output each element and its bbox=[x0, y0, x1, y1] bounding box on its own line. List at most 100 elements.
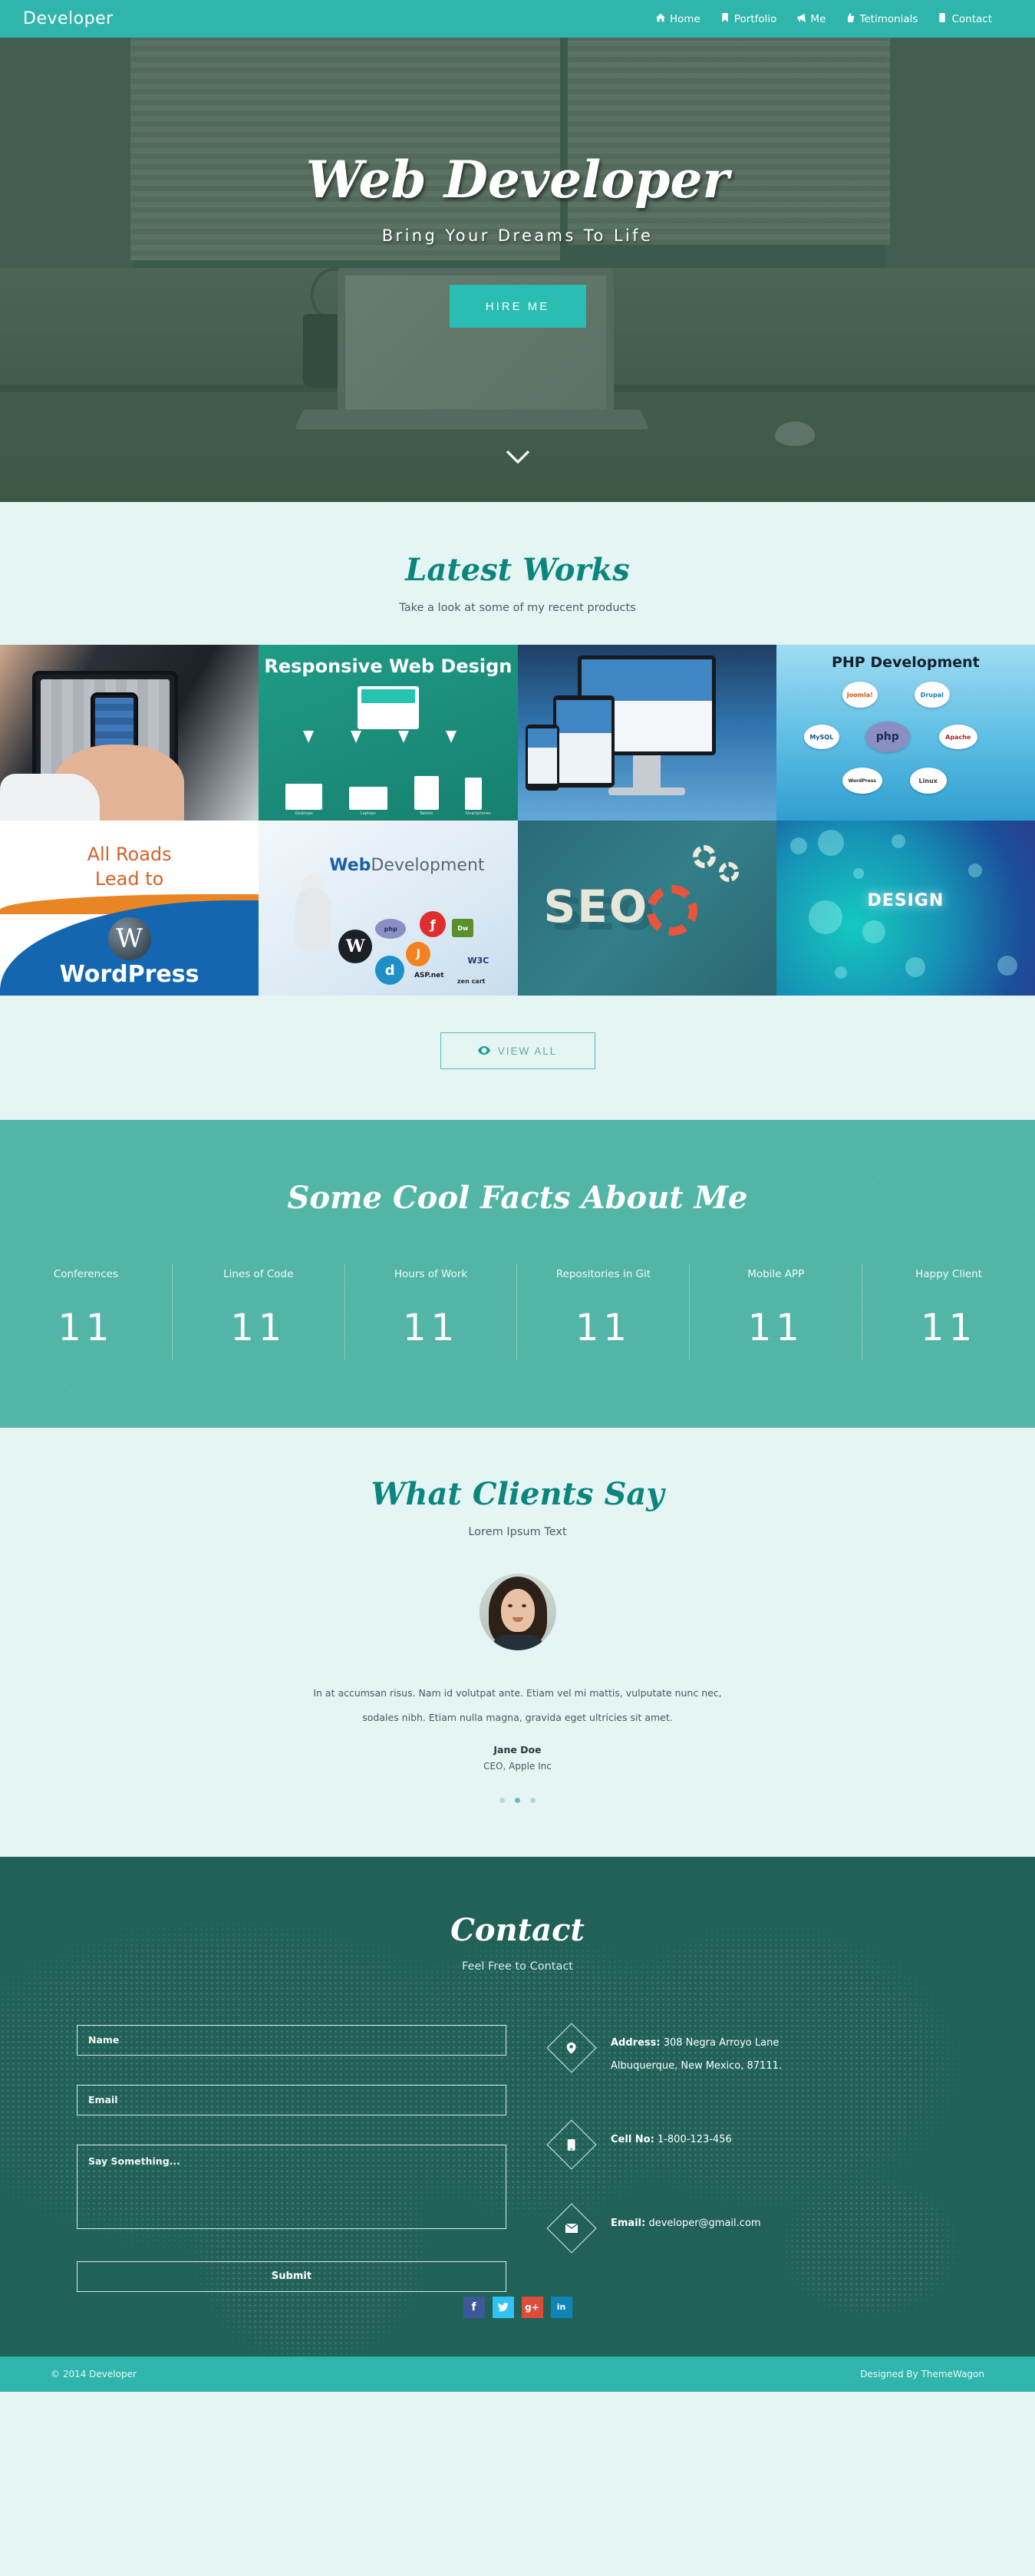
facebook-icon[interactable]: f bbox=[463, 2296, 485, 2318]
hero-title: Web Developer bbox=[305, 150, 730, 210]
logo-flash-icon: ƒ bbox=[420, 911, 447, 937]
logo-php: php bbox=[375, 919, 407, 939]
wordpress-logo-icon: W bbox=[107, 917, 151, 960]
logo-joomla: Joomla! bbox=[842, 682, 878, 708]
wordpress-line-1: All Roads bbox=[87, 844, 172, 865]
testimonial-role: CEO, Apple Inc bbox=[483, 1760, 552, 1772]
phone-icon bbox=[938, 12, 947, 25]
counter-value: 11 bbox=[747, 1306, 804, 1349]
nav-item-me[interactable]: Me bbox=[796, 13, 826, 25]
webdev-caption-light: Development bbox=[371, 856, 485, 875]
logo-mysql: MySQL bbox=[803, 725, 839, 749]
wordpress-line-3: WordPress bbox=[59, 961, 199, 988]
footer-credit: Designed By ThemeWagon bbox=[860, 2368, 984, 2379]
counter-label: Hours of Work bbox=[394, 1268, 468, 1280]
thumbs-up-icon bbox=[845, 12, 855, 25]
counter-label: Mobile APP bbox=[747, 1268, 805, 1280]
portfolio-item-wordpress[interactable]: All Roads Lead to W WordPress bbox=[0, 821, 259, 996]
view-all-button[interactable]: VIEW ALL bbox=[440, 1032, 595, 1069]
hire-me-button[interactable]: HIRE ME bbox=[449, 285, 586, 328]
testimonial-quote: In at accumsan risus. Nam id volutpat an… bbox=[313, 1687, 722, 1723]
counter-hours-of-work: Hours of Work 11 bbox=[345, 1263, 518, 1360]
logo-apache: Apache bbox=[938, 725, 977, 749]
gear-icon-small-2 bbox=[718, 862, 739, 882]
counter-mobile-app: Mobile APP 11 bbox=[690, 1263, 863, 1360]
portfolio-item-responsive-web-design[interactable]: Responsive Web Design Desktops Laptops T… bbox=[259, 645, 518, 821]
cool-facts-section: Some Cool Facts About Me Conferences 11 … bbox=[0, 1120, 1035, 1428]
portfolio-item-design[interactable]: DESIGN bbox=[776, 821, 1035, 996]
counter-value: 11 bbox=[230, 1306, 287, 1349]
portfolio-item-tablet-phone[interactable] bbox=[0, 645, 259, 821]
counter-label: Happy Client bbox=[915, 1268, 983, 1280]
logo-dreamweaver: Dw bbox=[452, 919, 474, 937]
device-label: Tablets bbox=[419, 811, 433, 816]
device-label: Desktops bbox=[295, 811, 313, 816]
contact-subtitle: Feel Free to Contact bbox=[462, 1960, 573, 1973]
brand-logo[interactable]: Developer bbox=[23, 9, 114, 28]
envelope-icon bbox=[546, 2203, 597, 2254]
top-navbar: Developer Home Portfolio Me Tetimonials … bbox=[0, 0, 1035, 38]
nav-links: Home Portfolio Me Tetimonials Contact bbox=[656, 12, 1009, 25]
google-plus-icon[interactable]: g+ bbox=[521, 2296, 543, 2318]
nav-item-contact[interactable]: Contact bbox=[938, 12, 992, 25]
social-links: f g+ in bbox=[0, 2292, 1035, 2356]
scroll-down-chevron-icon[interactable] bbox=[505, 448, 531, 468]
carousel-dot-2[interactable] bbox=[515, 1797, 520, 1803]
bookmark-icon bbox=[720, 12, 730, 25]
twitter-icon[interactable] bbox=[492, 2296, 514, 2318]
nav-item-home[interactable]: Home bbox=[656, 13, 700, 25]
carousel-dot-3[interactable] bbox=[530, 1797, 536, 1803]
gear-icon-small-1 bbox=[692, 845, 716, 868]
counter-value: 11 bbox=[58, 1306, 114, 1349]
info-row-email: Email: developer@gmail.com bbox=[546, 2203, 958, 2254]
wordpress-line-2: Lead to bbox=[94, 868, 164, 890]
counter-label: Lines of Code bbox=[223, 1268, 294, 1280]
latest-works-section: Latest Works Take a look at some of my r… bbox=[0, 502, 1035, 614]
email-value: developer@gmail.com bbox=[648, 2217, 761, 2229]
portfolio-item-web-development[interactable]: WebDevelopment W php d J ƒ Dw ASP.net W3… bbox=[259, 821, 518, 996]
portfolio-item-php-development[interactable]: PHP Development Joomla! Drupal MySQL php… bbox=[776, 645, 1035, 821]
footer: © 2014 Developer Designed By ThemeWagon bbox=[0, 2356, 1035, 2392]
phone-label: Cell No: bbox=[611, 2133, 654, 2145]
nav-label: Contact bbox=[951, 12, 992, 25]
webdev-caption-bold: Web bbox=[329, 856, 371, 875]
portfolio-item-multi-device-mockup[interactable] bbox=[517, 645, 776, 821]
device-label: Laptops bbox=[360, 811, 376, 816]
contact-title: Contact bbox=[450, 1911, 585, 1948]
nav-item-testimonials[interactable]: Tetimonials bbox=[845, 12, 918, 25]
address-label: Address: bbox=[611, 2036, 661, 2049]
name-input[interactable] bbox=[77, 2024, 506, 2056]
works-title: Latest Works bbox=[405, 552, 630, 588]
address-value: 308 Negra Arroyo Lane bbox=[663, 2036, 780, 2049]
portfolio-item-seo[interactable]: SEO bbox=[517, 821, 776, 996]
view-all-label: VIEW ALL bbox=[497, 1045, 558, 1057]
contact-info: Address: 308 Negra Arroyo Lane Albuquerq… bbox=[546, 2023, 958, 2292]
testimonials-section: What Clients Say Lorem Ipsum Text In at … bbox=[0, 1428, 1035, 1857]
megaphone-icon bbox=[796, 13, 806, 25]
device-label: Smartphones bbox=[465, 811, 491, 816]
portfolio-grid: Responsive Web Design Desktops Laptops T… bbox=[0, 645, 1035, 996]
linkedin-icon[interactable]: in bbox=[550, 2296, 572, 2318]
logo-aspnet: ASP.net bbox=[414, 972, 444, 979]
logo-drupal: Drupal bbox=[914, 682, 950, 708]
logo-w3c: W3C bbox=[467, 955, 489, 966]
submit-button[interactable]: Submit bbox=[77, 2261, 506, 2292]
testimonial-author: Jane Doe bbox=[493, 1743, 542, 1755]
nav-label: Me bbox=[810, 12, 826, 25]
facts-title: Some Cool Facts About Me bbox=[287, 1180, 748, 1216]
nav-item-portfolio[interactable]: Portfolio bbox=[720, 12, 776, 25]
phone-value: 1-800-123-456 bbox=[657, 2133, 732, 2145]
home-icon bbox=[656, 13, 665, 25]
email-label: Email: bbox=[611, 2217, 646, 2229]
portfolio-caption: PHP Development bbox=[831, 654, 980, 671]
mobile-phone-icon bbox=[546, 2119, 597, 2170]
message-textarea[interactable] bbox=[77, 2144, 506, 2229]
counter-repositories-in-git: Repositories in Git 11 bbox=[517, 1263, 691, 1360]
nav-label: Home bbox=[670, 12, 700, 25]
seo-caption: SEO bbox=[543, 880, 649, 933]
carousel-dot-1[interactable] bbox=[499, 1797, 505, 1803]
hero-subtitle: Bring Your Dreams To Life bbox=[381, 226, 654, 245]
map-pin-icon bbox=[546, 2023, 597, 2073]
counter-lines-of-code: Lines of Code 11 bbox=[173, 1263, 345, 1360]
email-input[interactable] bbox=[77, 2084, 506, 2115]
